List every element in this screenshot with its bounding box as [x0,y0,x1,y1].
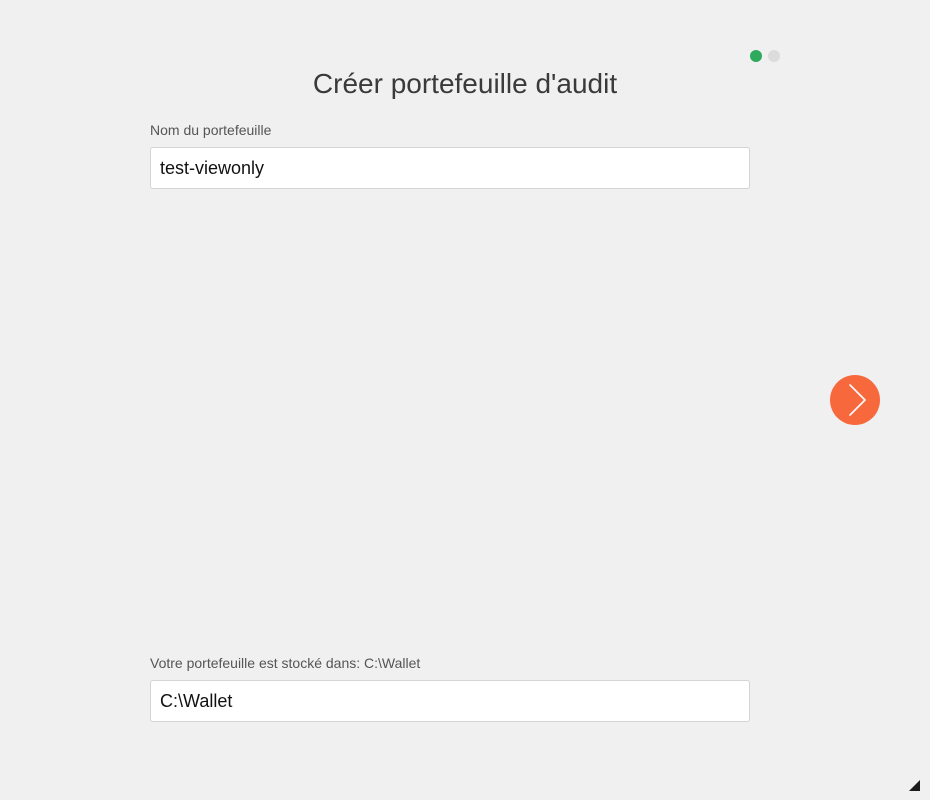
wallet-location-label: Votre portefeuille est stocké dans: C:\W… [150,655,421,671]
page-dot-1 [750,50,762,62]
next-button[interactable] [830,375,880,425]
chevron-right-icon [849,384,866,416]
wallet-name-input[interactable] [150,147,750,189]
resize-grip-icon[interactable] [909,780,920,791]
wallet-name-label: Nom du portefeuille [150,122,272,138]
page-dot-2 [768,50,780,62]
page-title: Créer portefeuille d'audit [312,68,618,99]
wallet-location-input[interactable] [150,680,750,722]
page-indicator [750,50,780,62]
